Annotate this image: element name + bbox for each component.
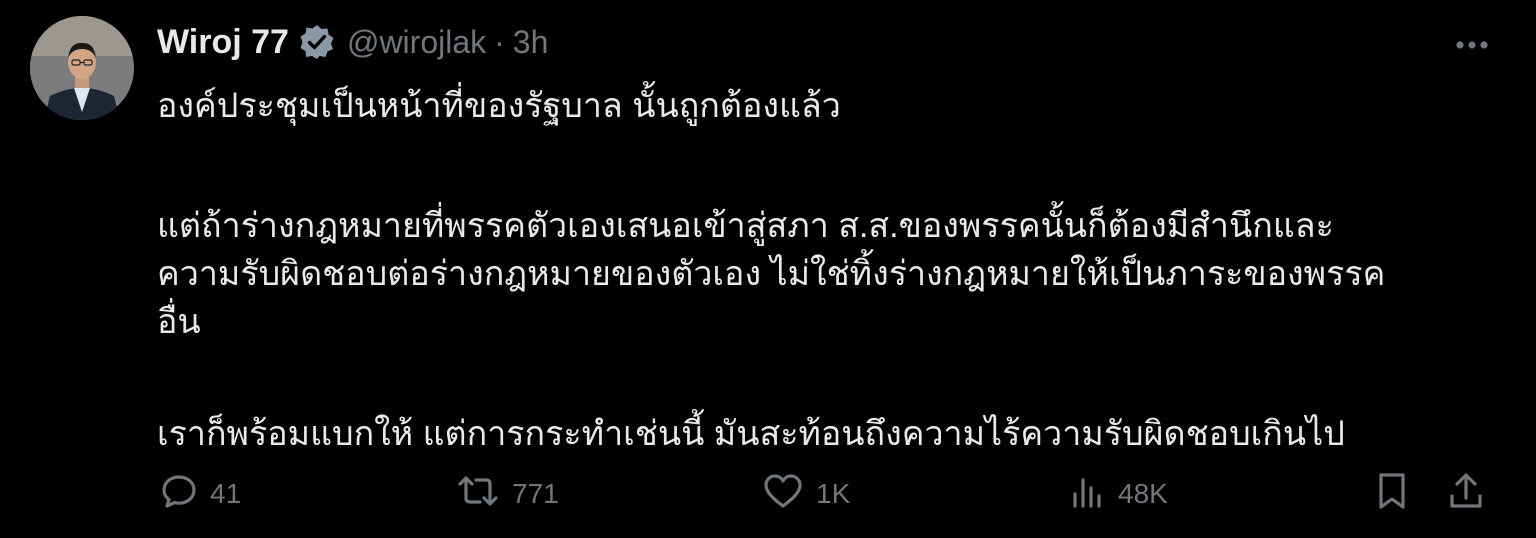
author-name[interactable]: Wiroj 77: [157, 23, 289, 62]
views-icon: [1068, 470, 1108, 519]
share-button[interactable]: [1446, 466, 1486, 522]
heart-icon: [760, 470, 806, 519]
separator-dot: ·: [494, 23, 505, 60]
reply-icon: [158, 470, 200, 519]
tweet-paragraph-2-line-2: ความรับผิดชอบต่อร่างกฎหมายของตัวเอง ไม่ใ…: [157, 255, 1386, 293]
avatar[interactable]: [30, 16, 134, 120]
share-icon: [1446, 470, 1486, 519]
tweet-paragraph-2-line-1: แต่ถ้าร่างกฎหมายที่พรรคตัวเองเสนอเข้าสู่…: [157, 207, 1334, 245]
views-count: 48K: [1118, 478, 1168, 509]
repost-count: 771: [512, 478, 559, 509]
author-handle[interactable]: @wirojlak: [347, 24, 486, 61]
post-time[interactable]: 3h: [513, 24, 549, 61]
more-icon[interactable]: [1448, 30, 1496, 60]
repost-button[interactable]: 771: [454, 466, 559, 522]
action-bar: 41 771 1K 48K: [150, 466, 1510, 522]
reply-count: 41: [210, 478, 242, 509]
bookmark-button[interactable]: [1372, 466, 1412, 522]
reply-button[interactable]: 41: [158, 466, 241, 522]
verified-badge-icon: [297, 22, 337, 62]
tweet-text: องค์ประชุมเป็นหน้าที่ของรัฐบาล นั้นถูกต้…: [157, 82, 1497, 458]
tweet-paragraph-2-line-3: อื่น: [157, 303, 201, 341]
tweet-paragraph-3: เราก็พร้อมแบกให้ แต่การกระทำเช่นนี้ มันส…: [157, 415, 1345, 453]
tweet-header: Wiroj 77 @wirojlak · 3h: [157, 14, 548, 70]
tweet-paragraph-1: องค์ประชุมเป็นหน้าที่ของรัฐบาล นั้นถูกต้…: [157, 87, 841, 125]
bookmark-icon: [1372, 470, 1412, 519]
views-button[interactable]: 48K: [1068, 466, 1168, 522]
like-button[interactable]: 1K: [760, 466, 850, 522]
repost-icon: [454, 470, 502, 519]
like-count: 1K: [816, 478, 851, 509]
